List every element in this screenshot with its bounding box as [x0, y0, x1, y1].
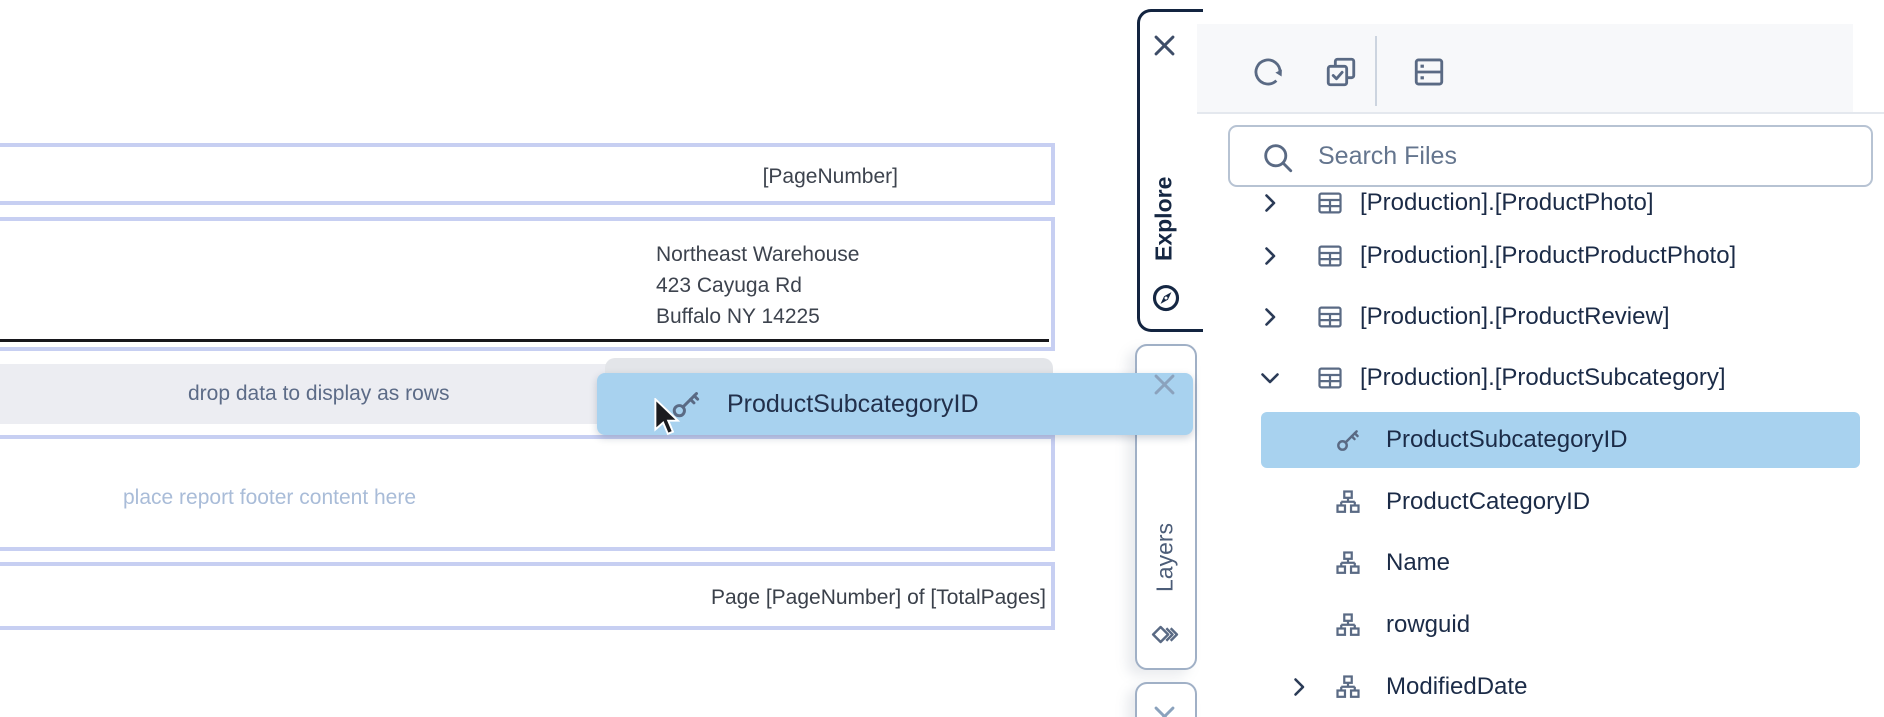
chevron-right-icon[interactable] [1287, 675, 1311, 699]
address-line: Buffalo NY 14225 [656, 301, 860, 332]
drag-chip[interactable]: ProductSubcategoryID [597, 373, 1193, 435]
tab-explore-label[interactable]: Explore [1146, 166, 1182, 272]
chevron-right-icon[interactable] [1258, 244, 1282, 268]
drag-chip-label: ProductSubcategoryID [727, 390, 979, 419]
hierarchy-icon [1334, 611, 1362, 639]
tree-row-label: ModifiedDate [1386, 673, 1527, 701]
rows-drop-hint: drop data to display as rows [188, 382, 449, 406]
table-icon [1316, 242, 1344, 270]
chevron-right-icon[interactable] [1258, 191, 1282, 215]
tree-row[interactable]: [Production].[ProductSubcategory] [1197, 361, 1884, 395]
table-icon [1316, 190, 1344, 217]
hierarchy-icon [1334, 488, 1362, 516]
close-icon[interactable] [1150, 702, 1179, 717]
tree-row[interactable]: rowguid [1197, 608, 1884, 642]
refresh-icon[interactable] [1251, 55, 1285, 89]
tab-layers-label[interactable]: Layers [1147, 500, 1183, 614]
address-line: 423 Cayuga Rd [656, 270, 860, 301]
search-icon [1260, 140, 1296, 176]
page-header-field[interactable]: [PageNumber] [763, 165, 898, 189]
toolbar-divider [1197, 112, 1884, 114]
copy-check-icon[interactable] [1324, 55, 1358, 89]
horizontal-rule[interactable] [0, 339, 1049, 342]
chevron-down-icon[interactable] [1258, 366, 1282, 390]
report-designer-window: [PageNumber] Northeast Warehouse 423 Cay… [0, 0, 1884, 717]
search-placeholder: Search Files [1318, 142, 1457, 171]
tree-row-label: [Production].[ProductProductPhoto] [1360, 242, 1736, 270]
toolbar-separator [1375, 36, 1377, 106]
close-icon[interactable] [1150, 370, 1179, 399]
search-input[interactable]: Search Files [1228, 125, 1873, 187]
tree-row[interactable]: ModifiedDate [1197, 670, 1884, 704]
tree-row[interactable]: [Production].[ProductPhoto] [1197, 190, 1884, 220]
tree-row[interactable]: ProductSubcategoryID [1197, 423, 1884, 457]
tree-row-label: ProductCategoryID [1386, 488, 1590, 516]
close-icon[interactable] [1150, 31, 1179, 60]
tree-row[interactable]: ProductCategoryID [1197, 485, 1884, 519]
layers-icon [1149, 619, 1180, 650]
tree-row[interactable]: Name [1197, 546, 1884, 580]
address-line: Northeast Warehouse [656, 239, 860, 270]
tree-row[interactable]: [Production].[ProductReview] [1197, 300, 1884, 334]
table-icon [1316, 303, 1344, 331]
key-icon [1334, 426, 1362, 454]
tree-row[interactable]: [Production].[ProductProductPhoto] [1197, 239, 1884, 273]
rows-layout-icon[interactable] [1412, 55, 1446, 89]
chevron-right-icon[interactable] [1258, 305, 1282, 329]
report-header-section[interactable] [0, 217, 1055, 351]
tree-row-label: [Production].[ProductSubcategory] [1360, 364, 1726, 392]
tree-row-label: [Production].[ProductPhoto] [1360, 190, 1654, 217]
page-footer-field[interactable]: Page [PageNumber] of [TotalPages] [711, 586, 1046, 610]
tree-row-label: [Production].[ProductReview] [1360, 303, 1669, 331]
data-source-tree: [Production].[ProductPhoto] [Production].… [1197, 190, 1884, 717]
address-block[interactable]: Northeast Warehouse 423 Cayuga Rd Buffal… [656, 239, 860, 332]
tree-row-label: Name [1386, 549, 1450, 577]
hierarchy-icon [1334, 549, 1362, 577]
panel-toolbar [1197, 24, 1853, 113]
tree-row-label: ProductSubcategoryID [1386, 426, 1627, 454]
report-footer-placeholder: place report footer content here [123, 486, 416, 510]
table-icon [1316, 364, 1344, 392]
compass-icon [1151, 283, 1181, 313]
tree-row-label: rowguid [1386, 611, 1470, 639]
mouse-cursor-icon [654, 398, 681, 438]
hierarchy-icon [1334, 673, 1362, 701]
